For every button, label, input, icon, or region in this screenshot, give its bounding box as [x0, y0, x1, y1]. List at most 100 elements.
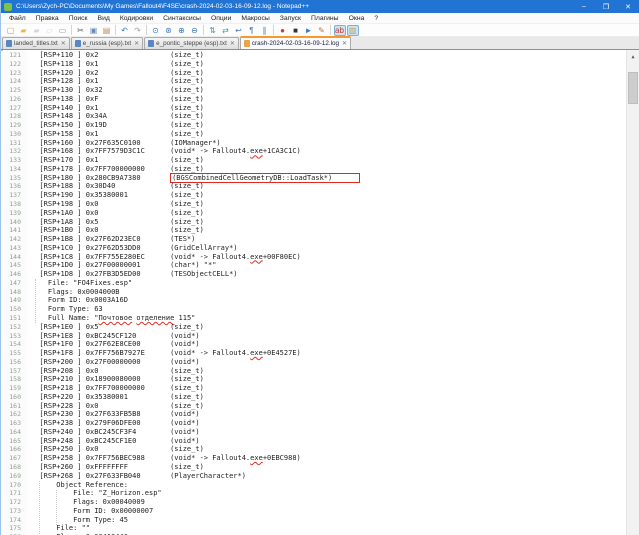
toolbar-separator: [146, 25, 147, 35]
line-text: [RSP+250 ] 0x0 (size_t): [27, 445, 204, 454]
log-line-127: 127 [RSP+140 ] 0x1 (size_t): [1, 104, 626, 113]
log-line-149: 149 Form ID: 0x0003A16D: [1, 296, 626, 305]
line-number: 132: [1, 147, 27, 156]
line-text: [RSP+1F8 ] 0x7FF756B7927E (void* -> Fall…: [27, 349, 301, 358]
line-number: 137: [1, 191, 27, 200]
paste-icon[interactable]: ▤: [101, 25, 113, 36]
line-text: [RSP+140 ] 0x1 (size_t): [27, 104, 204, 113]
code-area[interactable]: 121 [RSP+110 ] 0x2 (size_t)122 [RSP+118 …: [1, 51, 626, 535]
file-icon: [6, 40, 12, 47]
save-macro-icon[interactable]: ✎: [316, 25, 328, 36]
log-line-165: 165 [RSP+248 ] 0xBC245CF1E0 (void*): [1, 437, 626, 446]
line-text: File: "FO4Fixes.esp": [27, 279, 132, 288]
line-number: 156: [1, 358, 27, 367]
log-line-132: 132 [RSP+168 ] 0x7FF7579D3C1C (void* -> …: [1, 147, 626, 156]
editor-area[interactable]: 121 [RSP+110 ] 0x2 (size_t)122 [RSP+118 …: [1, 50, 639, 535]
menu-item-запуск[interactable]: Запуск: [275, 15, 306, 22]
redo-icon[interactable]: ↷: [132, 25, 144, 36]
undo-icon[interactable]: ↶: [119, 25, 131, 36]
line-text: Form ID: 0x00000007: [27, 507, 153, 516]
line-text: [RSP+130 ] 0x32 (size_t): [27, 86, 204, 95]
indent-guide-icon[interactable]: ∥: [259, 25, 271, 36]
log-line-164: 164 [RSP+240 ] 0xBC245CF3F4 (void*): [1, 428, 626, 437]
word-wrap-icon[interactable]: ↩: [233, 25, 245, 36]
line-text: [RSP+1F0 ] 0x27F62E8CE00 (void*): [27, 340, 200, 349]
line-number: 139: [1, 209, 27, 218]
document-monitor-icon[interactable]: ▥: [347, 25, 359, 36]
line-number: 163: [1, 419, 27, 428]
log-line-170: 170 Object Reference:: [1, 481, 626, 490]
menu-item-поиск[interactable]: Поиск: [64, 15, 93, 22]
line-text: [RSP+260 ] 0xFFFFFFFF (size_t): [27, 463, 204, 472]
vertical-scrollbar[interactable]: ▲: [626, 50, 639, 535]
print-icon[interactable]: ▭: [57, 25, 69, 36]
log-line-145: 145 [RSP+1D0 ] 0x27F00000001 (char*) "*": [1, 261, 626, 270]
title-bar: C:\Users\Zych-PC\Documents\My Games\Fall…: [1, 0, 639, 13]
line-number: 151: [1, 314, 27, 323]
sync-horizontal-icon[interactable]: ⇄: [220, 25, 232, 36]
stop-macro-icon[interactable]: ■: [290, 25, 302, 36]
line-number: 134: [1, 165, 27, 174]
show-all-characters-icon[interactable]: ¶: [246, 25, 258, 36]
play-macro-icon[interactable]: ►: [303, 25, 315, 36]
line-number: 143: [1, 244, 27, 253]
menu-item-?[interactable]: ?: [369, 15, 383, 22]
maximize-button[interactable]: ❐: [595, 0, 617, 13]
record-macro-icon[interactable]: ●: [277, 25, 289, 36]
line-text: [RSP+190 ] 0x35380001 (size_t): [27, 191, 204, 200]
tab-crash-2024-02-03-16-09-12.log[interactable]: crash-2024-02-03-16-09-12.log✕: [240, 36, 351, 49]
log-line-153: 153 [RSP+1E8 ] 0xBC245CF120 (void*): [1, 332, 626, 341]
tab-e_pontic_steppe (esp).txt[interactable]: e_pontic_steppe (esp).txt✕: [144, 37, 239, 49]
log-line-143: 143 [RSP+1C0 ] 0x27F62D53DD0 (GridCellAr…: [1, 244, 626, 253]
find-icon[interactable]: ⊙: [150, 25, 162, 36]
line-text: [RSP+160 ] 0x27F635C0100 (IOManager*): [27, 139, 221, 148]
line-number: 131: [1, 139, 27, 148]
close-button[interactable]: ✕: [617, 0, 639, 13]
tab-close-icon[interactable]: ✕: [342, 41, 347, 47]
scroll-up-arrow-icon[interactable]: ▲: [627, 50, 639, 63]
menu-item-макросы[interactable]: Макросы: [236, 15, 274, 22]
line-number: 157: [1, 367, 27, 376]
new-file-icon[interactable]: ▢: [5, 25, 17, 36]
tab-close-icon[interactable]: ✕: [230, 41, 235, 47]
line-text: [RSP+110 ] 0x2 (size_t): [27, 51, 204, 60]
indent-guide: [35, 279, 36, 323]
minimize-button[interactable]: –: [573, 0, 595, 13]
log-line-124: 124 [RSP+128 ] 0x1 (size_t): [1, 77, 626, 86]
zoom-out-icon[interactable]: ⊖: [189, 25, 201, 36]
line-number: 138: [1, 200, 27, 209]
menu-item-окна[interactable]: Окна: [344, 15, 370, 22]
menu-item-опции[interactable]: Опции: [206, 15, 236, 22]
misspelled-word: отделение: [136, 314, 174, 322]
line-number: 166: [1, 445, 27, 454]
window-title: C:\Users\Zych-PC\Documents\My Games\Fall…: [16, 3, 573, 10]
menu-item-файл[interactable]: Файл: [4, 15, 31, 22]
cut-icon[interactable]: ✂: [75, 25, 87, 36]
copy-icon[interactable]: ▣: [88, 25, 100, 36]
log-line-161: 161 [RSP+228 ] 0x0 (size_t): [1, 402, 626, 411]
sync-vertical-icon[interactable]: ⇅: [207, 25, 219, 36]
menu-item-кодировки[interactable]: Кодировки: [115, 15, 158, 22]
log-line-173: 173 Form ID: 0x00000007: [1, 507, 626, 516]
log-line-129: 129 [RSP+150 ] 0x19D (size_t): [1, 121, 626, 130]
line-text: [RSP+220 ] 0x35380001 (size_t): [27, 393, 204, 402]
tab-landed_titles.txt[interactable]: landed_titles.txt✕: [2, 37, 70, 49]
replace-icon[interactable]: ⊛: [163, 25, 175, 36]
menu-item-вид[interactable]: Вид: [93, 15, 115, 22]
menu-item-плагины[interactable]: Плагины: [306, 15, 344, 22]
menu-item-синтаксисы[interactable]: Синтаксисы: [158, 15, 206, 22]
spell-check-icon[interactable]: ab: [334, 25, 346, 36]
line-number: 161: [1, 402, 27, 411]
open-folder-icon[interactable]: ▰: [18, 25, 30, 36]
log-line-133: 133 [RSP+170 ] 0x1 (size_t): [1, 156, 626, 165]
scrollbar-thumb[interactable]: [628, 72, 638, 104]
tab-close-icon[interactable]: ✕: [61, 41, 66, 47]
tab-e_russia (esp).txt[interactable]: e_russia (esp).txt✕: [71, 37, 143, 49]
zoom-in-icon[interactable]: ⊕: [176, 25, 188, 36]
menu-item-правка[interactable]: Правка: [31, 15, 64, 22]
line-number: 133: [1, 156, 27, 165]
tab-close-icon[interactable]: ✕: [134, 41, 139, 47]
indent-guide: [39, 481, 40, 534]
line-number: 167: [1, 454, 27, 463]
line-text: [RSP+198 ] 0x0 (size_t): [27, 200, 204, 209]
